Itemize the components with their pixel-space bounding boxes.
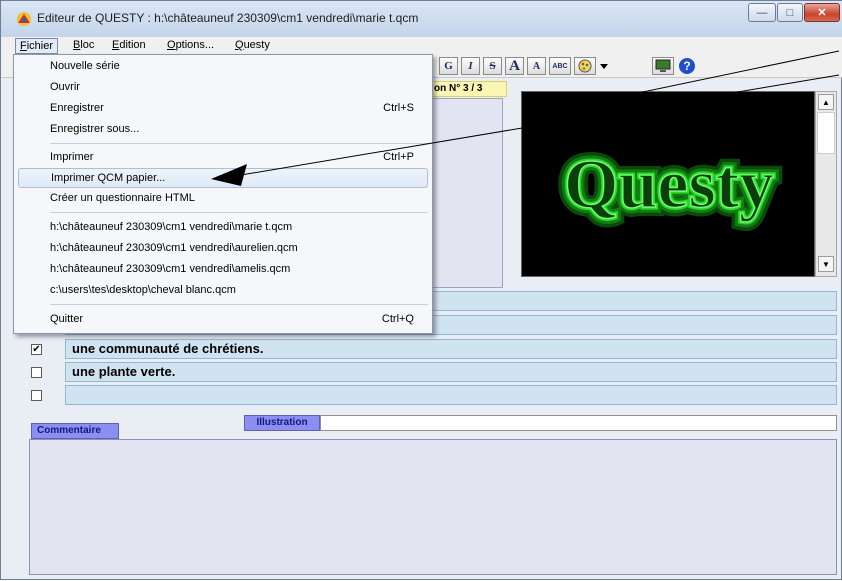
window-title: Editeur de QUESTY : h:\châteauneuf 23030… <box>37 11 419 25</box>
menu-item-label: Imprimer QCM papier... <box>51 172 166 184</box>
menu-item-label: Enregistrer sous... <box>50 123 140 135</box>
answer-5-checkbox[interactable] <box>31 390 42 401</box>
italic-button[interactable]: I <box>461 57 480 75</box>
help-button[interactable]: ? <box>677 57 697 75</box>
menu-item-label: Quitter <box>50 313 84 325</box>
menu-item-label: Ouvrir <box>50 81 80 93</box>
menu-item-label: h:\châteauneuf 230309\cm1 vendredi\marie… <box>50 221 293 233</box>
menu-item-label: Enregistrer <box>50 102 104 114</box>
help-icon: ? <box>679 58 695 74</box>
font-smaller-button[interactable]: A <box>527 57 546 75</box>
menu-item-recent-file-3[interactable]: h:\châteauneuf 230309\cm1 vendredi\ameli… <box>18 260 428 280</box>
menu-item-label: h:\châteauneuf 230309\cm1 vendredi\ameli… <box>50 263 291 275</box>
menu-item-label: c:\users\tes\desktop\cheval blanc.qcm <box>50 284 236 296</box>
menu-item-shortcut: Ctrl+P <box>383 151 414 163</box>
preview-button[interactable] <box>652 57 674 75</box>
illustration-label: Illustration <box>244 415 320 431</box>
menu-item-creer-questionnaire-html[interactable]: Créer un questionnaire HTML <box>18 189 428 209</box>
questy-app-icon <box>17 12 31 26</box>
spellcheck-button[interactable]: ABC <box>549 57 571 75</box>
answer-4-field[interactable]: une plante verte. <box>65 362 837 382</box>
menu-bloc[interactable]: Bloc <box>69 38 98 53</box>
bold-button[interactable]: G <box>439 57 458 75</box>
paint-button[interactable] <box>574 57 596 75</box>
font-larger-button[interactable]: A <box>505 57 524 75</box>
menu-item-nouvelle-serie[interactable]: Nouvelle série <box>18 57 428 77</box>
menu-item-enregistrer[interactable]: Enregistrer Ctrl+S <box>18 99 428 119</box>
menu-item-enregistrer-sous[interactable]: Enregistrer sous... <box>18 120 428 140</box>
answer-5-field[interactable] <box>65 385 837 405</box>
illustration-image: Questy Questy Questy Questy <box>521 91 815 277</box>
comment-tab[interactable]: Commentaire <box>31 423 119 439</box>
answer-3-field[interactable]: une communauté de chrétiens. <box>65 339 837 359</box>
menu-separator <box>50 143 428 144</box>
menu-item-imprimer-qcm-papier[interactable]: Imprimer QCM papier... <box>18 168 428 188</box>
strike-button[interactable]: S <box>483 57 502 75</box>
svg-text:?: ? <box>683 59 690 73</box>
illustration-input[interactable] <box>320 415 837 431</box>
menu-item-label: Nouvelle série <box>50 60 120 72</box>
menu-edition[interactable]: Edition <box>108 38 150 53</box>
menu-bar: Fichier Bloc Edition Options... Questy <box>1 37 842 54</box>
menu-item-recent-file-1[interactable]: h:\châteauneuf 230309\cm1 vendredi\marie… <box>18 218 428 238</box>
application-window: Editeur de QUESTY : h:\châteauneuf 23030… <box>0 0 842 580</box>
image-scrollbar[interactable]: ▲ ▼ <box>815 91 837 277</box>
paint-icon <box>578 59 592 73</box>
close-button[interactable]: ✕ <box>804 3 840 22</box>
menu-item-shortcut: Ctrl+S <box>383 102 414 114</box>
paint-dropdown-button[interactable] <box>597 57 611 75</box>
menu-item-quitter[interactable]: Quitter Ctrl+Q <box>18 310 428 330</box>
answer-3-checkbox[interactable]: ✔ <box>31 344 42 355</box>
menu-questy[interactable]: Questy <box>231 38 274 53</box>
scroll-thumb[interactable] <box>817 112 835 154</box>
questy-logo: Questy Questy Questy Questy <box>555 137 783 232</box>
menu-item-ouvrir[interactable]: Ouvrir <box>18 78 428 98</box>
scroll-up-arrow-icon[interactable]: ▲ <box>818 94 834 110</box>
logo-text: Questy <box>564 146 774 223</box>
maximize-button[interactable]: □ <box>777 3 803 22</box>
menu-item-label: Créer un questionnaire HTML <box>50 192 195 204</box>
scroll-down-arrow-icon[interactable]: ▼ <box>818 256 834 272</box>
title-bar: Editeur de QUESTY : h:\châteauneuf 23030… <box>1 1 842 37</box>
menu-options[interactable]: Options... <box>163 38 218 53</box>
dropdown-arrow-icon <box>600 63 608 69</box>
menu-fichier[interactable]: Fichier <box>15 38 59 54</box>
menu-item-label: h:\châteauneuf 230309\cm1 vendredi\aurel… <box>50 242 298 254</box>
comment-text-area[interactable] <box>29 439 837 575</box>
file-menu-dropdown: Nouvelle série Ouvrir Enregistrer Ctrl+S … <box>13 54 433 334</box>
menu-separator <box>50 212 428 213</box>
menu-item-recent-file-2[interactable]: h:\châteauneuf 230309\cm1 vendredi\aurel… <box>18 239 428 259</box>
question-number-label: on N° 3 / 3 <box>429 81 507 97</box>
minimize-button[interactable]: — <box>748 3 776 22</box>
menu-item-recent-file-4[interactable]: c:\users\tes\desktop\cheval blanc.qcm <box>18 281 428 301</box>
menu-item-imprimer[interactable]: Imprimer Ctrl+P <box>18 148 428 168</box>
menu-item-label: Imprimer <box>50 151 94 163</box>
screen-icon <box>655 59 671 72</box>
menu-item-shortcut: Ctrl+Q <box>381 313 414 325</box>
menu-separator <box>50 304 428 305</box>
answer-4-checkbox[interactable] <box>31 367 42 378</box>
